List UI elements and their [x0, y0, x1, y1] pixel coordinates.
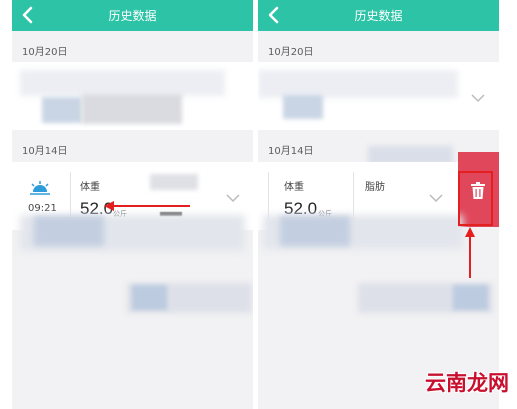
divider: [353, 172, 354, 220]
chevron-down-icon[interactable]: [225, 193, 241, 203]
trash-icon: [471, 182, 485, 199]
fat-label: 脂肪: [365, 182, 385, 193]
page-title: 历史数据: [108, 9, 157, 23]
blurred-content: [258, 70, 458, 98]
record-card-blurred[interactable]: [258, 62, 499, 130]
divider: [70, 172, 71, 220]
left-phone-screen: 历史数据 10月20日 10月14日 09:21 体重 52.0 公斤: [12, 0, 253, 409]
watermark-logo: 云南龙网: [425, 371, 509, 395]
right-phone-screen: 历史数据 10月20日 10月14日 体重 52.0 公斤 脂肪: [258, 0, 499, 409]
blurred-content: [20, 70, 225, 96]
chevron-down-icon[interactable]: [470, 93, 486, 103]
blurred-fat-label: [150, 174, 198, 190]
header-bar: 历史数据: [12, 0, 253, 31]
date-header: 10月20日: [268, 47, 314, 58]
weight-label: 体重: [284, 182, 304, 193]
chevron-down-icon[interactable]: [428, 193, 444, 203]
record-time: 09:21: [28, 203, 57, 214]
blurred-content: [280, 216, 350, 246]
date-header: 10月14日: [22, 146, 68, 157]
blurred-content: [453, 285, 488, 310]
delete-button[interactable]: [458, 152, 499, 227]
page-title: 历史数据: [354, 9, 403, 23]
weight-label: 体重: [80, 182, 100, 193]
divider: [268, 172, 269, 220]
blurred-content: [132, 285, 167, 310]
header-bar: 历史数据: [258, 0, 499, 31]
blurred-content: [42, 97, 82, 123]
record-card-blurred[interactable]: [12, 62, 253, 130]
sun-icon: [30, 181, 50, 195]
date-header: 10月14日: [268, 146, 314, 157]
date-header: 10月20日: [22, 47, 68, 58]
blurred-content: [283, 95, 323, 119]
blurred-content: [82, 94, 182, 124]
blurred-content: [34, 216, 104, 246]
